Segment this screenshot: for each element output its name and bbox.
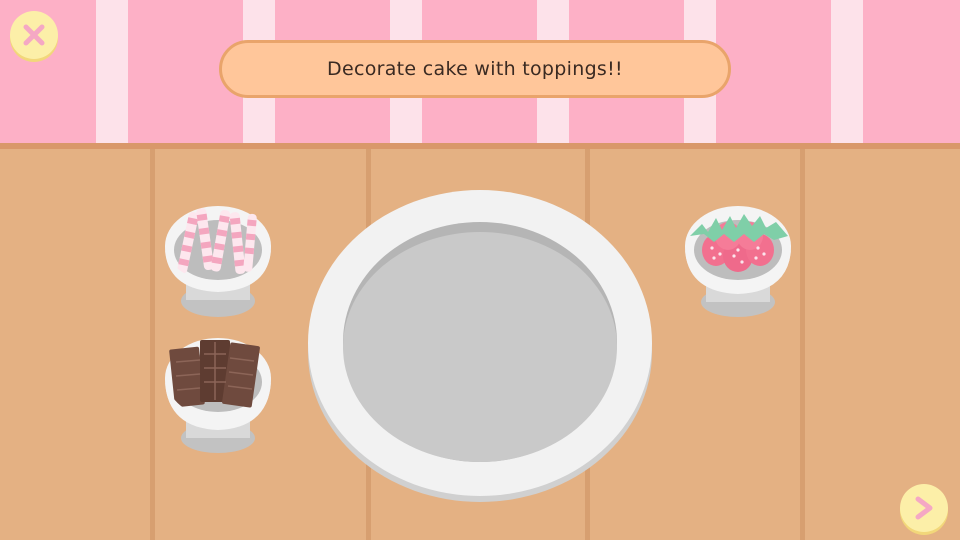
- chocolate-bowl[interactable]: [160, 330, 280, 455]
- chevron-right-icon: [915, 496, 933, 520]
- wafer-sticks-bowl[interactable]: [160, 198, 280, 323]
- strawberry-bowl[interactable]: [680, 196, 800, 321]
- chocolate-bar-icon: [169, 340, 260, 408]
- serving-plate[interactable]: [0, 0, 960, 540]
- next-button[interactable]: [900, 484, 948, 532]
